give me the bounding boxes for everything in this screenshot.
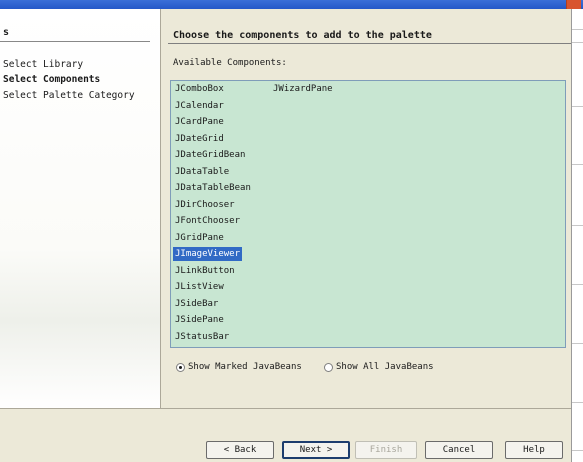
component-item[interactable]: JImageViewer — [173, 247, 243, 261]
back-button[interactable]: < Back — [206, 441, 274, 459]
show-all-label: Show All JavaBeans — [336, 362, 434, 372]
edge-tick — [572, 42, 583, 43]
component-item[interactable]: JStatusBar — [173, 330, 231, 344]
edge-tick — [572, 284, 583, 285]
edge-tick — [572, 29, 583, 30]
step-select-palette-category: Select Palette Category — [3, 90, 135, 101]
component-item[interactable]: JDataTable — [173, 165, 231, 179]
available-components-label: Available Components: — [173, 58, 287, 68]
radio-unchecked-icon[interactable] — [324, 362, 333, 372]
component-item[interactable]: JSideBar — [173, 297, 220, 311]
component-item[interactable]: JSidePane — [173, 313, 226, 327]
page-title: Choose the components to add to the pale… — [173, 30, 432, 41]
component-item[interactable]: JWizardPane — [271, 82, 335, 96]
edge-tick — [572, 164, 583, 165]
show-marked-label: Show Marked JavaBeans — [188, 362, 302, 372]
components-list[interactable]: JComboBox JCalendar JCardPane JDateGrid JDat… — [170, 80, 566, 348]
edge-tick — [572, 402, 583, 403]
edge-tick — [572, 343, 583, 344]
background-window-edge — [571, 9, 583, 462]
component-item[interactable]: JDateGrid — [173, 132, 226, 146]
heading-divider — [168, 43, 571, 44]
show-marked-radio[interactable]: Show Marked JavaBeans — [176, 362, 302, 372]
edge-tick — [572, 106, 583, 107]
component-item[interactable]: JDateGridBean — [173, 148, 247, 162]
step-select-library: Select Library — [3, 59, 84, 70]
window-titlebar — [0, 0, 583, 9]
edge-tick — [572, 450, 583, 451]
component-item[interactable]: JComboBox — [173, 82, 226, 96]
close-icon[interactable] — [566, 0, 581, 9]
component-item[interactable]: JGridPane — [173, 231, 226, 245]
radio-checked-icon[interactable] — [176, 362, 185, 372]
edge-tick — [572, 225, 583, 226]
component-item[interactable]: JDataTableBean — [173, 181, 253, 195]
step-select-components: Select Components — [3, 74, 101, 85]
component-item[interactable]: JCardPane — [173, 115, 226, 129]
next-button[interactable]: Next > — [282, 441, 350, 459]
component-item[interactable]: JFontChooser — [173, 214, 242, 228]
component-item[interactable]: JCalendar — [173, 99, 226, 113]
steps-divider — [0, 41, 150, 42]
component-item[interactable]: JDirChooser — [173, 198, 237, 212]
component-item[interactable]: JLinkButton — [173, 264, 237, 278]
component-item[interactable]: JListView — [173, 280, 226, 294]
show-all-radio[interactable]: Show All JavaBeans — [324, 362, 434, 372]
help-button[interactable]: Help — [505, 441, 563, 459]
cancel-button[interactable]: Cancel — [425, 441, 493, 459]
finish-button: Finish — [355, 441, 417, 459]
steps-title: s — [3, 27, 10, 38]
